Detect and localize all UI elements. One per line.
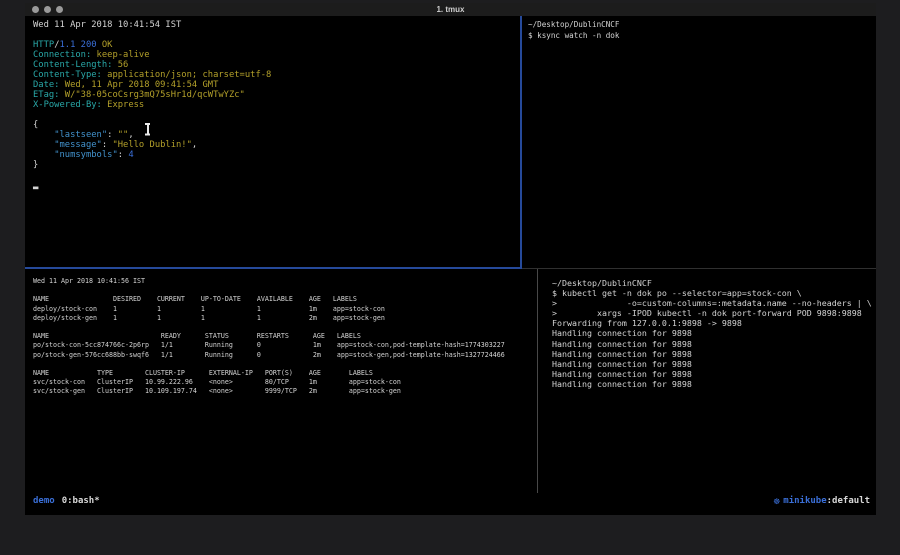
kube-namespace: :default — [827, 496, 870, 506]
terminal-line: HTTP/1.1 200 OK — [33, 40, 520, 50]
tmux-status-bar: demo 0:bash* ☸ minikube :default — [25, 494, 876, 508]
terminal-line: ▂ — [33, 180, 520, 190]
terminal-line: po/stock-con-5cc874766c-2p6rp 1/1 Runnin… — [33, 341, 537, 350]
terminal-line — [33, 110, 520, 120]
terminal-line: Handling connection for 9898 — [552, 328, 876, 338]
terminal-line: "message": "Hello Dublin!", — [33, 140, 520, 150]
terminal-line: $ ksync watch -n dok — [528, 30, 876, 41]
terminal-line: deploy/stock-gen 1 1 1 1 2m app=stock-ge… — [33, 314, 537, 323]
minimize-button[interactable] — [44, 6, 51, 13]
traffic-lights — [32, 6, 63, 13]
terminal-line: NAME TYPE CLUSTER-IP EXTERNAL-IP PORT(S)… — [33, 369, 537, 378]
terminal-line: ~/Desktop/DublinCNCF — [528, 19, 876, 30]
terminal-line: > xargs -IPOD kubectl -n dok port-forwar… — [552, 308, 876, 318]
mouse-cursor-ibeam — [144, 123, 151, 136]
session-name[interactable]: demo — [33, 496, 55, 506]
desktop-background: 1. tmux Wed 11 Apr 2018 10:41:54 IST HTT… — [0, 0, 900, 555]
pane-ksync-watch[interactable]: ~/Desktop/DublinCNCF$ ksync watch -n dok — [522, 16, 876, 267]
terminal-line: svc/stock-con ClusterIP 10.99.222.96 <no… — [33, 378, 537, 387]
active-window-label[interactable]: 0:bash* — [62, 496, 100, 506]
terminal-line: Forwarding from 127.0.0.1:9898 -> 9898 — [552, 318, 876, 328]
terminal-line: X-Powered-By: Express — [33, 100, 520, 110]
terminal-line — [33, 170, 520, 180]
window-title: 1. tmux — [25, 3, 876, 16]
terminal-line: Handling connection for 9898 — [552, 339, 876, 349]
terminal-line: Content-Length: 56 — [33, 60, 520, 70]
terminal-line: Handling connection for 9898 — [552, 369, 876, 379]
terminal-line: ETag: W/"38-05coCsrg3mQ75sHr1d/qcWTwYZc" — [33, 90, 520, 100]
terminal-line: Handling connection for 9898 — [552, 359, 876, 369]
terminal-window: 1. tmux Wed 11 Apr 2018 10:41:54 IST HTT… — [25, 3, 876, 515]
pane-http-response[interactable]: Wed 11 Apr 2018 10:41:54 IST HTTP/1.1 20… — [25, 16, 520, 267]
kubernetes-wheel-icon: ☸ — [773, 497, 780, 506]
ksync-watch-output: ~/Desktop/DublinCNCF$ ksync watch -n dok — [522, 16, 876, 41]
terminal-line: svc/stock-gen ClusterIP 10.109.197.74 <n… — [33, 387, 537, 396]
terminal-line: deploy/stock-con 1 1 1 1 1m app=stock-co… — [33, 305, 537, 314]
terminal-line: $ kubectl get -n dok po --selector=app=s… — [552, 288, 876, 298]
terminal-line — [33, 30, 520, 40]
terminal-line: NAME DESIRED CURRENT UP-TO-DATE AVAILABL… — [33, 295, 537, 304]
terminal-line: Handling connection for 9898 — [552, 379, 876, 389]
terminal-line: Wed 11 Apr 2018 10:41:54 IST — [33, 20, 520, 30]
terminal-line: Content-Type: application/json; charset=… — [33, 70, 520, 80]
terminal-line — [33, 286, 537, 295]
kube-status: ☸ minikube :default — [773, 496, 870, 506]
zoom-button[interactable] — [56, 6, 63, 13]
terminal-line — [33, 360, 537, 369]
terminal-line: Connection: keep-alive — [33, 50, 520, 60]
close-button[interactable] — [32, 6, 39, 13]
pane-kubectl-get[interactable]: Wed 11 Apr 2018 10:41:56 IST NAME DESIRE… — [25, 269, 537, 493]
terminal-line: po/stock-gen-576cc688bb-swqf6 1/1 Runnin… — [33, 351, 537, 360]
terminal-line: Wed 11 Apr 2018 10:41:56 IST — [33, 277, 537, 286]
kubectl-get-output: Wed 11 Apr 2018 10:41:56 IST NAME DESIRE… — [25, 269, 537, 397]
tmux-session: Wed 11 Apr 2018 10:41:54 IST HTTP/1.1 20… — [25, 16, 876, 515]
kube-context: minikube — [783, 496, 826, 506]
http-response-output: Wed 11 Apr 2018 10:41:54 IST HTTP/1.1 20… — [25, 16, 520, 190]
terminal-line: Handling connection for 9898 — [552, 349, 876, 359]
terminal-line: { — [33, 120, 520, 130]
terminal-line: Date: Wed, 11 Apr 2018 09:41:54 GMT — [33, 80, 520, 90]
port-forward-output: ~/Desktop/DublinCNCF$ kubectl get -n dok… — [538, 269, 876, 389]
terminal-line — [33, 323, 537, 332]
terminal-line: } — [33, 160, 520, 170]
terminal-line: "lastseen": "", — [33, 130, 520, 140]
window-titlebar[interactable]: 1. tmux — [25, 3, 876, 16]
terminal-line: NAME READY STATUS RESTARTS AGE LABELS — [33, 332, 537, 341]
terminal-line: ~/Desktop/DublinCNCF — [552, 278, 876, 288]
terminal-line: "numsymbols": 4 — [33, 150, 520, 160]
terminal-line: > -o=custom-columns=:metadata.name --no-… — [552, 298, 876, 308]
pane-port-forward[interactable]: ~/Desktop/DublinCNCF$ kubectl get -n dok… — [538, 269, 876, 493]
